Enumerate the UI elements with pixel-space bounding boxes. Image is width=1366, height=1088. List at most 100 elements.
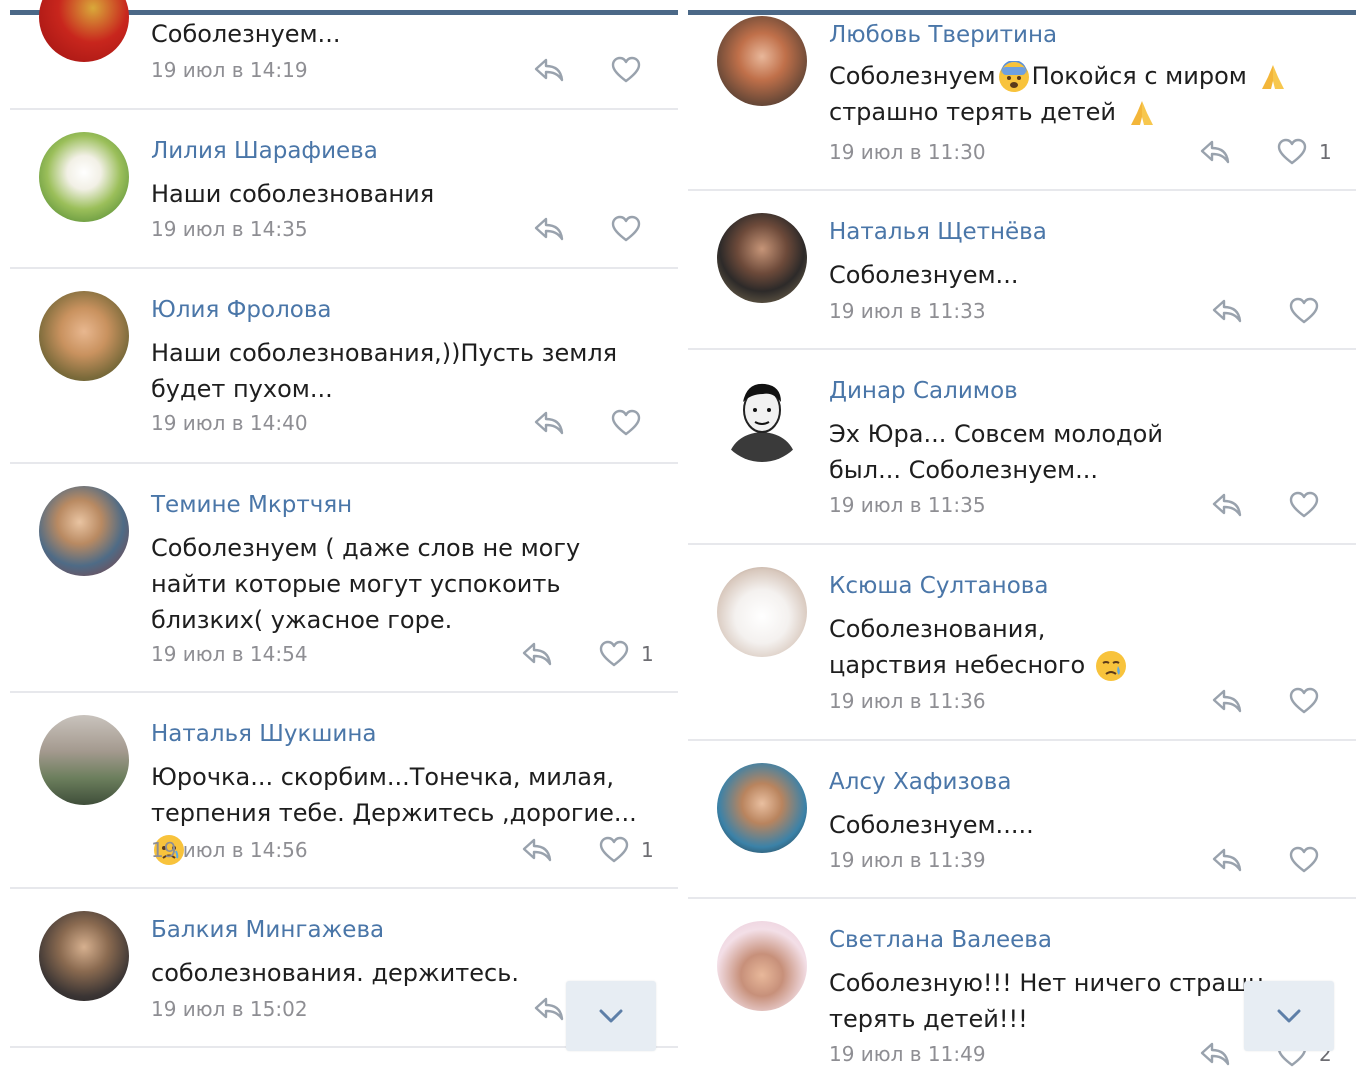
heart-icon (1289, 297, 1319, 325)
like-button[interactable] (611, 56, 641, 84)
author-name[interactable]: Любовь Тверитина (829, 22, 1057, 48)
reply-icon[interactable] (1199, 1040, 1231, 1068)
like-button[interactable] (1289, 846, 1319, 874)
like-count: 1 (641, 838, 654, 862)
avatar[interactable] (717, 16, 807, 106)
comment-item: Юлия Фролова Наши соболезнования,))Пусть… (10, 269, 678, 463)
heart-icon (1289, 687, 1319, 715)
avatar[interactable] (39, 486, 129, 576)
chevron-down-icon (1277, 1009, 1301, 1023)
like-button[interactable]: 1 (1277, 138, 1332, 166)
comment-item: Ксюша Султанова Соболезнования, царствия… (688, 545, 1356, 739)
author-name[interactable]: Динар Салимов (829, 378, 1018, 404)
like-button[interactable] (611, 215, 641, 243)
comment-item: Соболезнуем... 19 июл в 14:19 (10, 0, 678, 109)
fearful-face-emoji-icon (998, 61, 1029, 92)
comment-date: 19 июл в 14:56 (151, 838, 308, 862)
avatar[interactable] (39, 132, 129, 222)
comment-item: Наталья Щетнёва Соболезнуем... 19 июл в … (688, 191, 1356, 349)
reply-icon[interactable] (521, 836, 553, 864)
author-name[interactable]: Балкия Мингажева (151, 917, 384, 943)
heart-icon (599, 640, 629, 668)
reply-icon[interactable] (533, 995, 565, 1023)
avatar[interactable] (39, 911, 129, 1001)
comment-date: 19 июл в 11:39 (829, 848, 986, 872)
comment-date: 19 июл в 11:36 (829, 689, 986, 713)
comment-text: Соболезнуем ( даже слов не могу найти ко… (151, 534, 588, 634)
scroll-down-button[interactable] (566, 981, 656, 1051)
comment-item: Лилия Шарафиева Наши соболезнования 19 и… (10, 110, 678, 268)
heart-icon (611, 215, 641, 243)
reply-icon[interactable] (1211, 297, 1243, 325)
comment-text: Соболезнуем..... (829, 811, 1034, 839)
comments-panel-right: Любовь Тверитина Соболезнуем Покойся с ми… (688, 0, 1356, 1088)
reply-icon[interactable] (533, 215, 565, 243)
comment-text: Соболезнуем... (151, 20, 341, 48)
comment-text: Наши соболезнования (151, 180, 435, 208)
reply-icon[interactable] (1211, 491, 1243, 519)
comment-text: Соболезную!!! Нет ничего страшн терять де… (829, 969, 1264, 1033)
avatar[interactable] (717, 567, 807, 657)
author-name[interactable]: Лилия Шарафиева (151, 138, 378, 164)
like-button[interactable]: 1 (599, 640, 654, 668)
heart-icon (611, 409, 641, 437)
avatar[interactable] (39, 291, 129, 381)
reply-icon[interactable] (533, 56, 565, 84)
reply-icon[interactable] (1199, 138, 1231, 166)
reply-icon[interactable] (1211, 687, 1243, 715)
comment-text: Наши соболезнования,))Пусть земля будет … (151, 339, 625, 403)
like-button[interactable] (611, 409, 641, 437)
comment-date: 19 июл в 11:49 (829, 1042, 986, 1066)
comment-date: 19 июл в 15:02 (151, 997, 308, 1021)
comment-text: Соболезнования, царствия небесного (829, 611, 1166, 683)
like-button[interactable] (1289, 491, 1319, 519)
like-button[interactable] (1289, 687, 1319, 715)
heart-icon (599, 836, 629, 864)
author-name[interactable]: Темине Мкртчян (151, 492, 352, 518)
crying-face-emoji-icon (1095, 651, 1126, 681)
scroll-down-button[interactable] (1244, 981, 1334, 1051)
panel-gap (678, 0, 688, 1088)
heart-icon (1289, 846, 1319, 874)
heart-icon (611, 56, 641, 84)
chevron-down-icon (599, 1009, 623, 1023)
comment-date: 19 июл в 14:40 (151, 411, 308, 435)
comment-date: 19 июл в 11:30 (829, 140, 986, 164)
comment-date: 19 июл в 14:54 (151, 642, 308, 666)
avatar[interactable] (717, 213, 807, 303)
comment-date: 19 июл в 14:19 (151, 58, 308, 82)
reply-icon[interactable] (533, 409, 565, 437)
author-name[interactable]: Юлия Фролова (151, 297, 332, 323)
comment-text: Соболезнуем... (829, 261, 1019, 289)
comment-date: 19 июл в 11:35 (829, 493, 986, 517)
author-name[interactable]: Наталья Шукшина (151, 721, 377, 747)
like-button[interactable] (1289, 297, 1319, 325)
like-count: 1 (641, 642, 654, 666)
comment-text: Соболезнуем Покойся с миром страшно терят… (829, 58, 1336, 130)
avatar[interactable] (717, 372, 807, 462)
avatar[interactable] (39, 0, 129, 62)
avatar[interactable] (717, 763, 807, 853)
like-button[interactable]: 1 (599, 836, 654, 864)
comment-item: Темине Мкртчян Соболезнуем ( даже слов н… (10, 464, 678, 692)
reply-icon[interactable] (521, 640, 553, 668)
comment-date: 19 июл в 14:35 (151, 217, 308, 241)
reply-icon[interactable] (1211, 846, 1243, 874)
comment-text: Эх Юра... Совсем молодой был... Соболезн… (829, 420, 1171, 484)
comment-item: Динар Салимов Эх Юра... Совсем молодой б… (688, 350, 1356, 543)
author-name[interactable]: Светлана Валеева (829, 927, 1052, 953)
heart-icon (1289, 491, 1319, 519)
folded-hands-emoji-icon (1130, 101, 1153, 125)
avatar[interactable] (39, 715, 129, 805)
author-name[interactable]: Наталья Щетнёва (829, 219, 1047, 245)
heart-icon (1277, 138, 1307, 166)
author-name[interactable]: Алсу Хафизова (829, 769, 1011, 795)
comment-item: Любовь Тверитина Соболезнуем Покойся с ми… (688, 0, 1356, 190)
avatar[interactable] (717, 921, 807, 1011)
cartoon-avatar-icon (727, 383, 797, 462)
like-count: 1 (1319, 140, 1332, 164)
comment-item: Алсу Хафизова Соболезнуем..... 19 июл в … (688, 741, 1356, 898)
comment-date: 19 июл в 11:33 (829, 299, 986, 323)
comment-item: Наталья Шукшина Юрочка... скорбим...Тоне… (10, 693, 678, 888)
author-name[interactable]: Ксюша Султанова (829, 573, 1048, 599)
